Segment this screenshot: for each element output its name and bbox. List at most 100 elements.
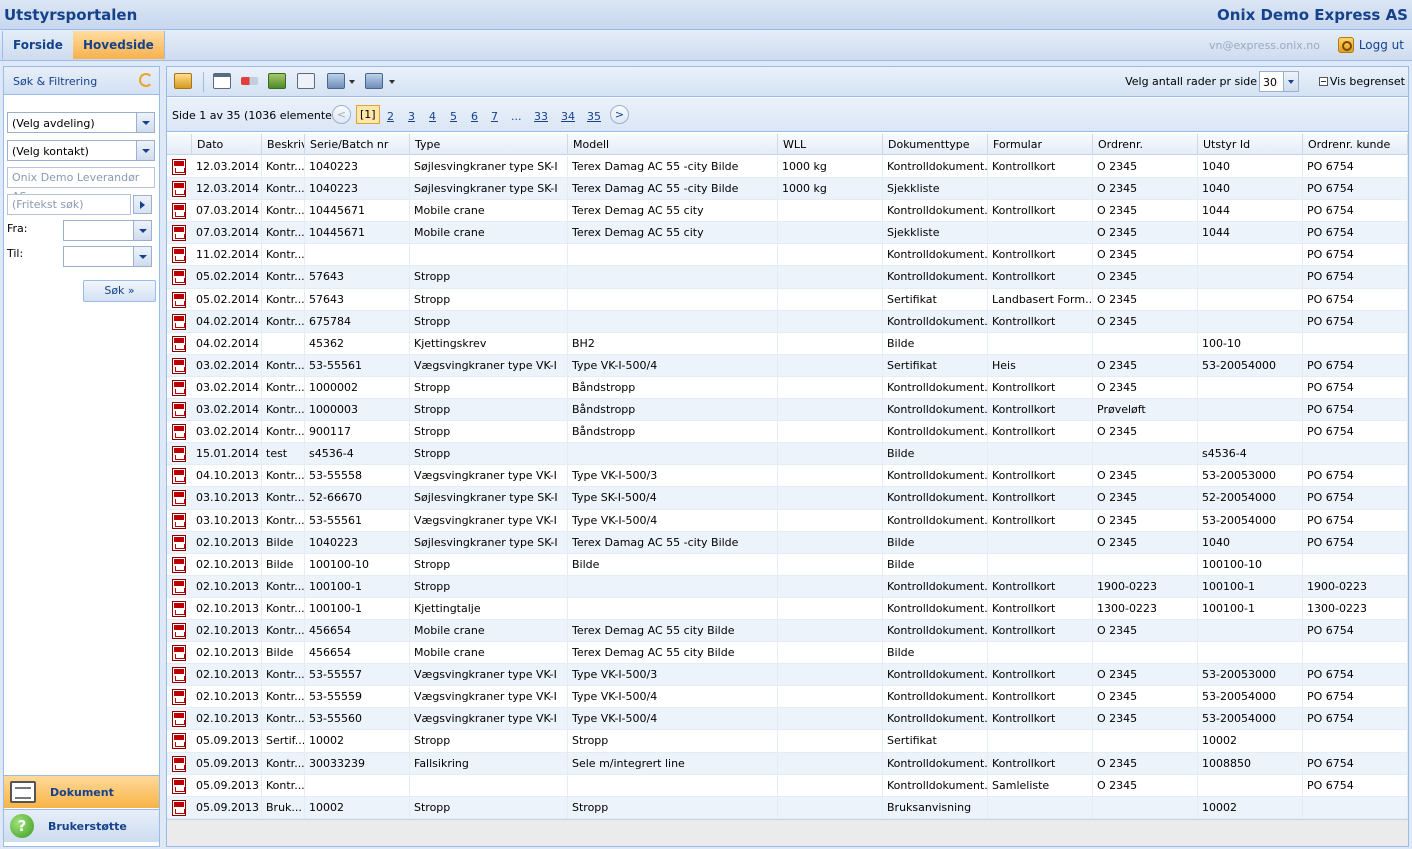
pdf-icon[interactable] bbox=[172, 799, 186, 816]
table-row[interactable]: 05.09.2013 Kontr... 30033239 Fallsikring Sel… bbox=[167, 752, 1408, 775]
table-row[interactable]: 15.01.2014 test s4536-4 Stropp Bilde s4536-4 bbox=[167, 443, 1408, 466]
logout-button[interactable]: Logg ut bbox=[1337, 36, 1404, 54]
refresh-icon[interactable] bbox=[139, 73, 153, 87]
table-row[interactable]: 12.03.2014 Kontr... 1040223 Søjlesvingkrane… bbox=[167, 156, 1408, 179]
table-row[interactable]: 07.03.2014 Kontr... 10445671 Mobile crane Te… bbox=[167, 222, 1408, 245]
column-header[interactable]: Serie/Batch nr bbox=[305, 134, 410, 155]
column-header[interactable]: Type bbox=[410, 134, 568, 155]
copy-icon[interactable] bbox=[297, 73, 315, 89]
window-icon[interactable] bbox=[213, 73, 231, 89]
chevron-down-icon[interactable] bbox=[349, 80, 355, 84]
table-row[interactable]: 02.10.2013 Bilde 100100-10 Stropp Bilde Bilde… bbox=[167, 553, 1408, 576]
table-row[interactable]: 04.02.2014 Kontr... 675784 Stropp Kontrolldo… bbox=[167, 310, 1408, 333]
rows-per-page-select[interactable]: 30 bbox=[1259, 71, 1299, 92]
page-link[interactable]: 35 bbox=[587, 110, 601, 123]
column-header[interactable]: Ordrenr. bbox=[1093, 134, 1198, 155]
table-row[interactable]: 02.10.2013 Kontr... 53-55560 Vægsvingkraner… bbox=[167, 708, 1408, 731]
pdf-icon[interactable] bbox=[172, 159, 186, 175]
pdf-icon[interactable] bbox=[172, 181, 186, 198]
to-date-field[interactable] bbox=[63, 246, 152, 267]
open-folder-icon[interactable] bbox=[174, 73, 192, 89]
chevron-down-icon[interactable] bbox=[1283, 72, 1298, 91]
page-link[interactable]: 3 bbox=[408, 110, 415, 123]
column-header[interactable]: Modell bbox=[568, 134, 778, 155]
freetext-go-button[interactable] bbox=[133, 195, 152, 214]
pdf-icon[interactable] bbox=[172, 622, 186, 639]
chevron-down-icon[interactable] bbox=[136, 141, 154, 160]
freetext-search-input[interactable]: (Fritekst søk) bbox=[7, 194, 131, 215]
layout-icon[interactable] bbox=[365, 73, 383, 89]
page-link[interactable]: 7 bbox=[491, 110, 498, 123]
pdf-icon[interactable] bbox=[172, 600, 186, 617]
pdf-icon[interactable] bbox=[172, 578, 186, 595]
pdf-icon[interactable] bbox=[172, 225, 186, 242]
table-row[interactable]: 03.10.2013 Kontr... 52-66670 Søjlesvingkran… bbox=[167, 487, 1408, 510]
pdf-icon[interactable] bbox=[172, 711, 186, 728]
pdf-icon[interactable] bbox=[172, 291, 186, 308]
column-header[interactable]: Utstyr Id bbox=[1198, 134, 1303, 155]
chevron-down-icon[interactable] bbox=[389, 80, 395, 84]
pdf-icon[interactable] bbox=[172, 357, 186, 374]
search-button[interactable]: Søk » bbox=[83, 280, 156, 302]
pdf-icon[interactable] bbox=[172, 313, 186, 330]
table-row[interactable]: 03.02.2014 Kontr... 900117 Stropp Båndstropp… bbox=[167, 421, 1408, 444]
table-row[interactable]: 02.10.2013 Kontr... 100100-1 Kjettingtalje K… bbox=[167, 597, 1408, 620]
department-select[interactable]: (Velg avdeling) bbox=[7, 112, 155, 133]
page-link[interactable]: 33 bbox=[534, 110, 548, 123]
column-header[interactable]: Dato bbox=[192, 134, 262, 155]
table-row[interactable]: 02.10.2013 Bilde 1040223 Søjlesvingkraner t… bbox=[167, 531, 1408, 554]
table-row[interactable]: 02.10.2013 Kontr... 100100-1 Stropp Kontroll… bbox=[167, 575, 1408, 598]
contact-select[interactable]: (Velg kontakt) bbox=[7, 140, 155, 161]
pdf-icon[interactable] bbox=[172, 512, 186, 529]
table-row[interactable]: 04.02.2014 45362 Kjettingskrev BH2 Bilde 100-… bbox=[167, 332, 1408, 355]
table-row[interactable]: 02.10.2013 Kontr... 456654 Mobile crane Tere… bbox=[167, 619, 1408, 643]
table-row[interactable]: 05.09.2013 Sertif... 10002 Stropp Stropp Sert… bbox=[167, 730, 1408, 753]
pdf-icon[interactable] bbox=[172, 446, 186, 463]
export-icon[interactable] bbox=[268, 73, 286, 89]
chevron-down-icon[interactable] bbox=[136, 113, 154, 132]
pdf-icon[interactable] bbox=[172, 247, 186, 264]
limited-checkbox[interactable] bbox=[1319, 77, 1328, 86]
tab-forside[interactable]: Forside bbox=[2, 31, 74, 59]
table-row[interactable]: 12.03.2014 Kontr... 1040223 Søjlesvingkrane… bbox=[167, 178, 1408, 201]
table-row[interactable]: 05.02.2014 Kontr... 57643 Stropp Kontrolldok… bbox=[167, 266, 1408, 289]
prev-page-button[interactable]: < bbox=[332, 105, 351, 124]
pdf-icon[interactable] bbox=[172, 556, 186, 573]
tab-hovedside[interactable]: Hovedside bbox=[73, 31, 165, 59]
pdf-icon[interactable] bbox=[172, 689, 186, 706]
chevron-down-icon[interactable] bbox=[133, 221, 151, 240]
pdf-icon[interactable] bbox=[172, 534, 186, 551]
page-link[interactable]: 4 bbox=[429, 110, 436, 123]
column-header[interactable]: WLL bbox=[778, 134, 883, 155]
page-link[interactable]: 34 bbox=[561, 110, 575, 123]
table-row[interactable]: 03.02.2014 Kontr... 1000002 Stropp Båndstrop… bbox=[167, 376, 1408, 400]
column-header[interactable]: Beskrive bbox=[262, 134, 305, 155]
table-row[interactable]: 11.02.2014 Kontr... Kontrolldokument... Kon… bbox=[167, 244, 1408, 267]
table-row[interactable]: 05.09.2013 Kontr... Kontrolldokument... Sam… bbox=[167, 774, 1408, 797]
pdf-icon[interactable] bbox=[172, 755, 186, 772]
column-header[interactable]: Ordrenr. kunde bbox=[1303, 134, 1408, 155]
table-row[interactable]: 05.09.2013 Bruk... 10002 Stropp Stropp Bruksa… bbox=[167, 796, 1408, 819]
chevron-down-icon[interactable] bbox=[133, 247, 151, 266]
sidebar-item-brukerstotte[interactable]: ? Brukerstøtte bbox=[4, 809, 159, 842]
pdf-icon[interactable] bbox=[172, 645, 186, 662]
sidebar-item-dokument[interactable]: Dokument bbox=[4, 775, 159, 808]
page-link[interactable]: 5 bbox=[450, 110, 457, 123]
pdf-icon[interactable] bbox=[172, 335, 186, 352]
from-date-field[interactable] bbox=[63, 220, 152, 241]
pdf-icon[interactable] bbox=[172, 203, 186, 220]
pdf-icon[interactable] bbox=[172, 733, 186, 750]
pdf-icon[interactable] bbox=[172, 667, 186, 684]
column-header[interactable]: Dokumenttype bbox=[883, 134, 988, 155]
page-link[interactable]: 2 bbox=[387, 110, 394, 123]
pdf-icon[interactable] bbox=[172, 490, 186, 507]
next-page-button[interactable]: > bbox=[610, 105, 629, 124]
pdf-icon[interactable] bbox=[172, 379, 186, 396]
table-row[interactable]: 05.02.2014 Kontr... 57643 Stropp Sertifikat L… bbox=[167, 288, 1408, 311]
table-row[interactable]: 03.02.2014 Kontr... 1000003 Stropp Båndstrop… bbox=[167, 399, 1408, 422]
table-row[interactable]: 02.10.2013 Bilde 456654 Mobile crane Terex D… bbox=[167, 642, 1408, 665]
pdf-icon[interactable] bbox=[172, 269, 186, 286]
table-row[interactable]: 03.10.2013 Kontr... 53-55561 Vægsvingkraner… bbox=[167, 509, 1408, 532]
table-row[interactable]: 04.10.2013 Kontr... 53-55558 Vægsvingkraner… bbox=[167, 465, 1408, 488]
pdf-icon[interactable] bbox=[172, 402, 186, 419]
